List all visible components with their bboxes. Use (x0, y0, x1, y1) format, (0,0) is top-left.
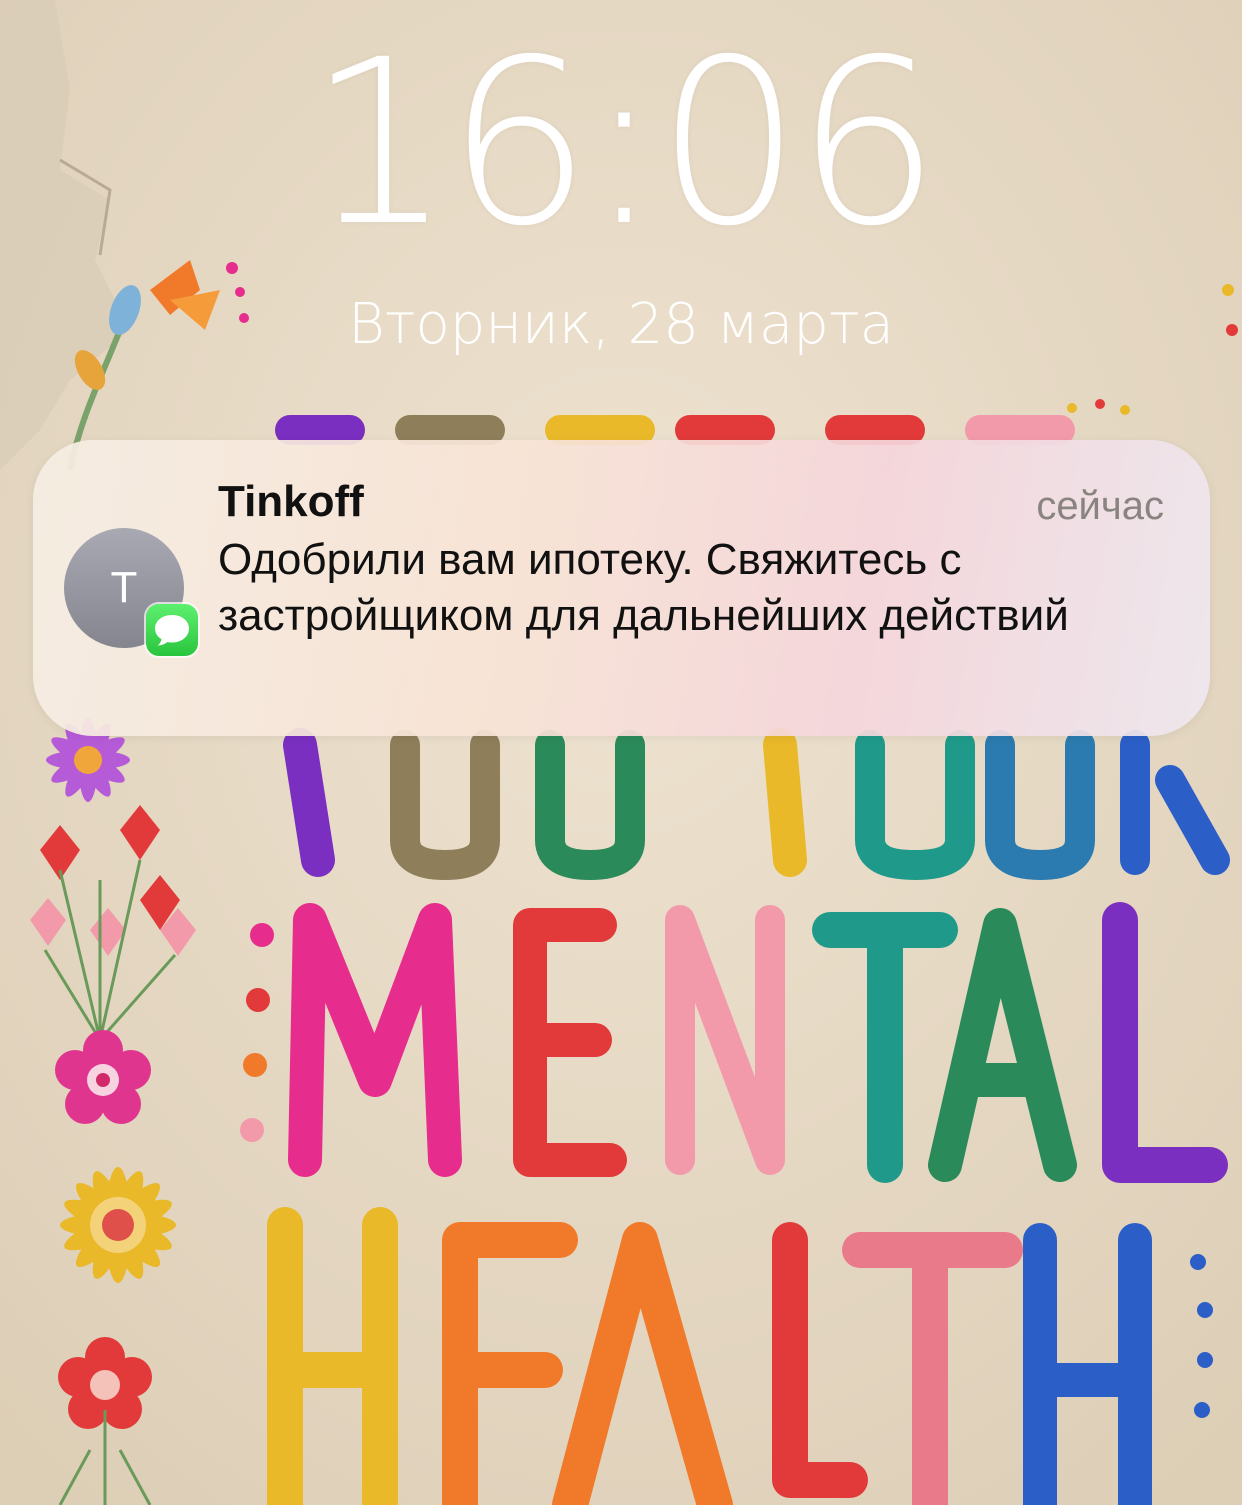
avatar-initial: T (110, 563, 138, 612)
lockscreen-date: Вторник, 28 марта (348, 292, 894, 357)
lockscreen-time: 16:06 (307, 10, 940, 276)
notification-time: сейчас (1036, 484, 1164, 528)
notification-sender: Tinkoff (218, 477, 364, 526)
notification-message: Одобрили вам ипотеку. Свяжитесь с застро… (218, 535, 1069, 640)
messages-icon (146, 604, 198, 656)
